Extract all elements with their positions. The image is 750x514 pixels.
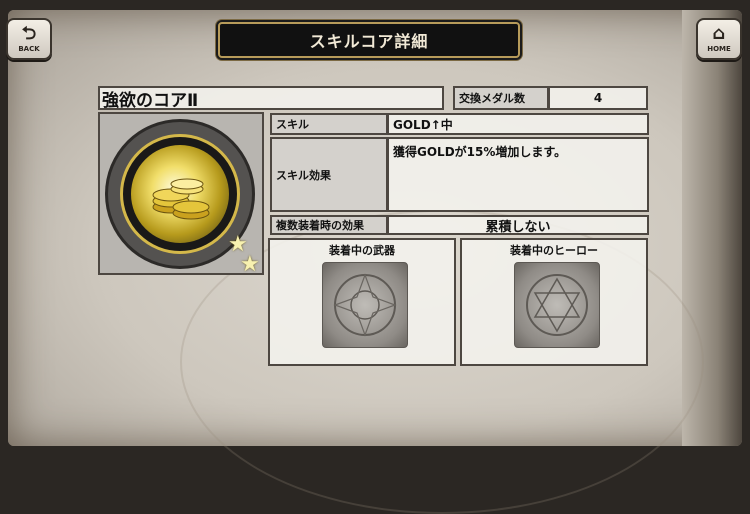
home-label: HOME [707,45,731,53]
equipped-weapon-panel: 装着中の武器 [268,238,456,366]
star-icon: ★ [240,252,260,275]
equipped-weapon-label: 装着中の武器 [329,244,395,257]
multi-equip-value: 累積しない [387,215,649,235]
back-label: BACK [18,45,40,53]
core-name: 強欲のコアⅡ [98,86,444,111]
gold-coins-icon [131,145,229,243]
weapon-slot[interactable] [322,262,408,348]
equipped-hero-label: 装着中のヒーロー [510,244,598,257]
home-icon: ⌂ [712,23,726,44]
back-arrow-icon: ⮌ [21,23,37,44]
skill-label: スキル [270,113,388,135]
emblem-icon [333,273,397,337]
multi-equip-label: 複数装着時の効果 [270,215,388,235]
effect-label: スキル効果 [270,137,388,212]
home-button[interactable]: ⌂ HOME [696,18,742,60]
back-button[interactable]: ⮌ BACK [6,18,52,60]
medal-count-value: 4 [548,86,648,110]
hexagram-icon [526,274,588,336]
hero-slot[interactable] [514,262,600,348]
effect-value: 獲得GOLDが15%増加します。 [387,137,649,212]
skill-value: GOLD↑中 [387,113,649,135]
equipped-hero-panel: 装着中のヒーロー [460,238,648,366]
core-icon-panel: ★ ★ [98,112,264,275]
medal-count-label: 交換メダル数 [453,86,549,110]
page-title: スキルコア詳細 [218,22,520,58]
